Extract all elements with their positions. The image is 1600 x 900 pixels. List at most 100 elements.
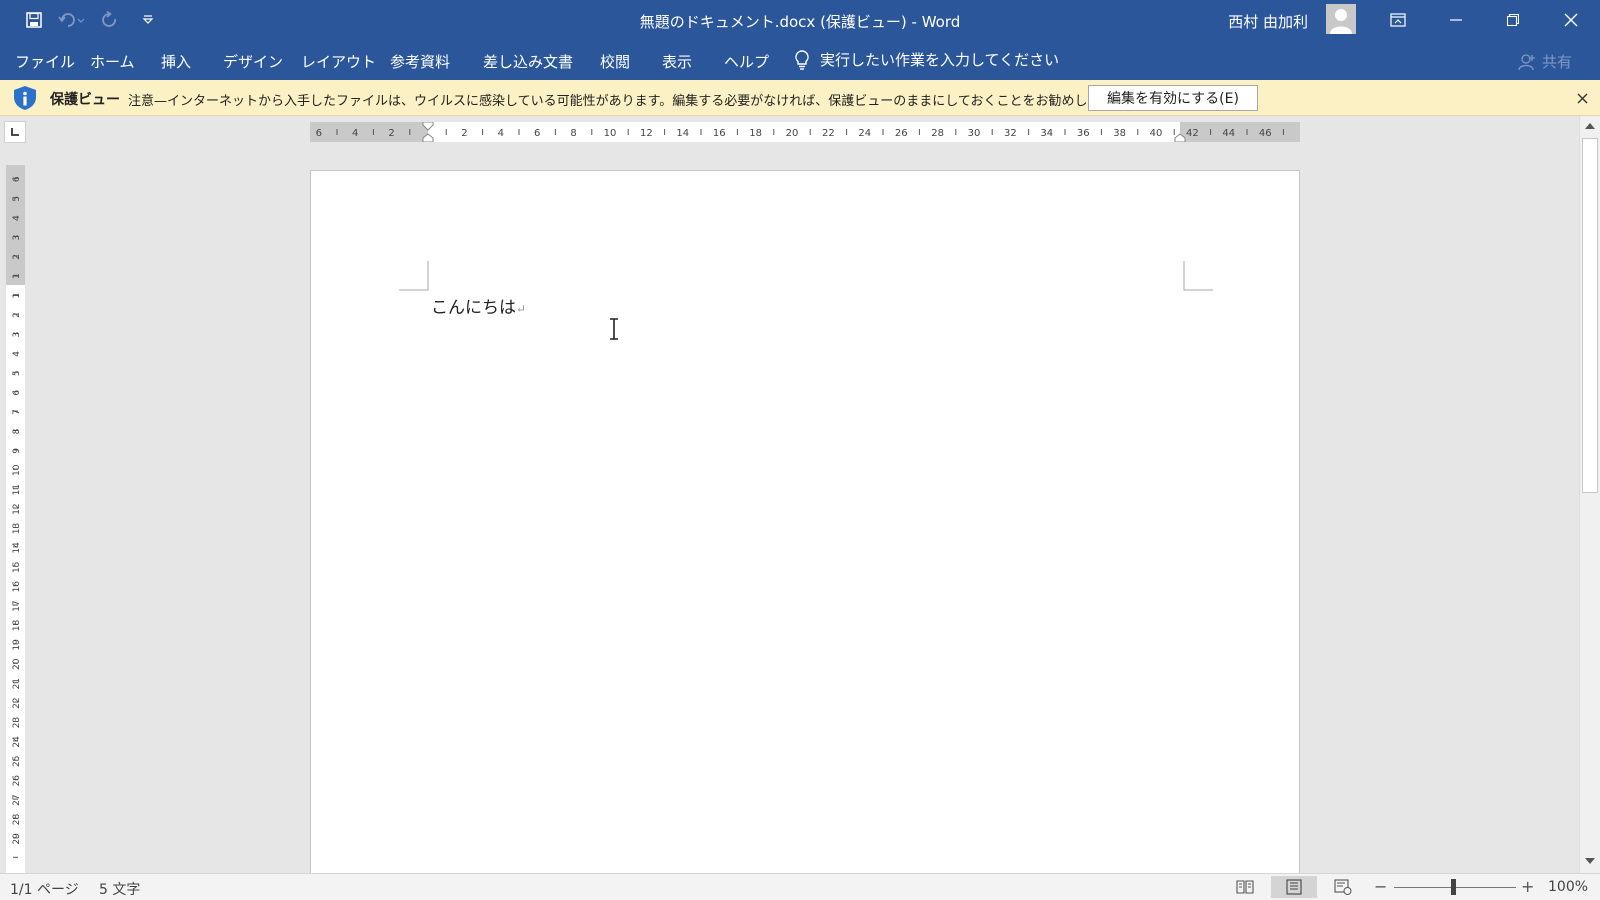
close-icon (1577, 93, 1587, 103)
ruler-label: 19 (12, 639, 22, 651)
ruler-label: 16 (713, 128, 726, 139)
tab-home[interactable]: ホーム (90, 51, 135, 72)
shield-info-icon (12, 85, 38, 115)
arrow-down-icon (1585, 858, 1595, 864)
ruler-label: 2 (461, 128, 467, 139)
ruler-label: 42 (1186, 128, 1199, 139)
ruler-label: 2 (388, 128, 394, 139)
user-name[interactable]: 西村 由加利 (1228, 11, 1308, 32)
top-right-margin-mark (1183, 261, 1213, 291)
document-paragraph[interactable]: こんにちは↵ (431, 293, 526, 318)
redo-icon (102, 11, 116, 27)
page-count[interactable]: 1/1 ページ (10, 879, 79, 899)
vertical-ruler[interactable]: 6 5 4 3 2 1 1 2 3 4 5 6 7 8 9 10 11 12 13 14 15 16 17 18 19 20 21 2… (6, 165, 25, 873)
undo-button[interactable] (56, 8, 88, 32)
ruler-label: 44 (1222, 128, 1235, 139)
tab-design[interactable]: デザイン (223, 51, 283, 72)
document-page[interactable]: こんにちは↵ (310, 170, 1300, 880)
ruler-label: 29 (12, 833, 22, 845)
ruler-label: 6 (534, 128, 540, 139)
read-mode-button[interactable] (1222, 876, 1268, 898)
ruler-label: 13 (12, 523, 22, 534)
web-layout-icon (1334, 879, 1352, 895)
top-left-margin-mark (399, 261, 429, 291)
ruler-label: 1 (12, 293, 22, 299)
print-layout-icon (1286, 879, 1302, 895)
tab-review[interactable]: 校閲 (600, 51, 630, 72)
ruler-label: 8 (12, 428, 22, 434)
ruler-label: 3 (12, 235, 22, 241)
close-message-bar-button[interactable] (1572, 88, 1592, 108)
ribbon-display-options-button[interactable] (1370, 0, 1426, 40)
ruler-label: 28 (931, 128, 944, 139)
arrow-up-icon (1585, 123, 1595, 129)
restore-button[interactable] (1485, 0, 1541, 40)
ruler-label: 25 (12, 756, 22, 767)
ruler-label: 10 (604, 128, 617, 139)
share-label: 共有 (1542, 53, 1573, 71)
close-icon (1564, 13, 1578, 27)
tab-view[interactable]: 表示 (662, 51, 692, 72)
ruler-label: 2 (12, 254, 22, 260)
print-layout-button[interactable] (1271, 876, 1317, 898)
ribbon-tabs: ファイル ホーム 挿入 デザイン レイアウト 参考資料 差し込み文書 校閲 表示… (0, 40, 1600, 80)
ruler-label: 15 (12, 562, 22, 573)
ruler-label: 6 (12, 390, 22, 396)
ruler-label: 21 (12, 678, 22, 689)
share-person-icon (1518, 53, 1535, 70)
paragraph-text[interactable]: こんにちは (431, 298, 516, 318)
ruler-label: 5 (12, 370, 22, 376)
close-button[interactable] (1543, 0, 1599, 40)
share-button[interactable]: 共有 (1518, 51, 1572, 72)
protected-view-title: 保護ビュー (50, 92, 120, 108)
zoom-level[interactable]: 100% (1548, 879, 1588, 895)
ruler-label: 8 (570, 128, 576, 139)
save-button[interactable] (18, 8, 50, 32)
ruler-label: 10 (12, 464, 22, 476)
horizontal-ruler[interactable]: 6 4 2 2 4 6 8 10 12 14 16 18 20 22 24 26 28 30 32 34 36 38 40 4… (310, 121, 1300, 143)
ruler-label: 40 (1150, 128, 1163, 139)
redo-button[interactable] (94, 8, 126, 32)
zoom-slider-thumb[interactable] (1451, 879, 1456, 895)
zoom-out-button[interactable]: − (1374, 877, 1387, 896)
avatar[interactable] (1326, 4, 1356, 34)
ruler-label: 16 (12, 581, 22, 593)
vertical-scrollbar[interactable] (1579, 116, 1600, 873)
ruler-label: 11 (12, 484, 22, 495)
tab-help[interactable]: ヘルプ (724, 51, 769, 72)
protected-view-bar: 保護ビュー 注意—インターネットから入手したファイルは、ウイルスに感染している可… (0, 80, 1600, 116)
ruler-label: 18 (12, 620, 22, 632)
tab-file[interactable]: ファイル (15, 51, 75, 72)
minimize-icon (1450, 19, 1462, 21)
web-layout-button[interactable] (1320, 876, 1366, 898)
ruler-label: 3 (12, 332, 22, 338)
restore-icon (1507, 14, 1519, 26)
ruler-label: 7 (12, 409, 22, 415)
zoom-in-button[interactable]: + (1521, 877, 1534, 896)
ruler-label: 32 (1004, 128, 1017, 139)
scroll-down-button[interactable] (1580, 851, 1600, 871)
tab-mailings[interactable]: 差し込み文書 (483, 51, 573, 72)
ruler-label: 4 (352, 128, 358, 139)
scroll-up-button[interactable] (1580, 116, 1600, 136)
scroll-thumb[interactable] (1582, 138, 1598, 493)
customize-qat-button[interactable] (132, 8, 164, 32)
ruler-label: 12 (12, 503, 22, 514)
minimize-button[interactable] (1428, 0, 1484, 40)
ruler-label: 17 (12, 600, 22, 611)
enable-editing-button[interactable]: 編集を有効にする(E) (1088, 85, 1258, 111)
word-count[interactable]: 5 文字 (99, 879, 140, 899)
protected-view-message: 注意—インターネットから入手したファイルは、ウイルスに感染している可能性がありま… (128, 94, 1126, 109)
tab-layout[interactable]: レイアウト (301, 51, 376, 72)
tell-me-box[interactable]: 実行したい作業を入力してください (794, 49, 1059, 70)
undo-icon (58, 13, 85, 27)
tab-insert[interactable]: 挿入 (161, 51, 191, 72)
tab-references[interactable]: 参考資料 (390, 51, 450, 72)
ruler-label: 22 (822, 128, 835, 139)
ruler-label: 23 (12, 717, 22, 728)
tab-stop-selector[interactable] (4, 121, 26, 143)
ruler-label: 22 (12, 697, 22, 708)
ruler-label: 14 (676, 128, 689, 139)
status-bar: 1/1 ページ 5 文字 − + 100% (0, 873, 1600, 900)
user-icon (1330, 9, 1352, 34)
